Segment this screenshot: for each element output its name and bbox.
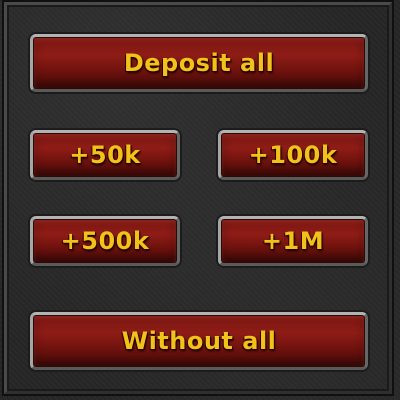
add-100k-label: +100k xyxy=(248,141,338,169)
without-all-label: Without all xyxy=(121,327,277,355)
without-all-button[interactable]: Without all xyxy=(30,312,368,370)
deposit-all-button[interactable]: Deposit all xyxy=(30,34,368,92)
add-100k-button[interactable]: +100k xyxy=(218,130,368,180)
add-50k-label: +50k xyxy=(69,141,141,169)
deposit-all-label: Deposit all xyxy=(123,49,275,77)
add-500k-label: +500k xyxy=(60,227,150,255)
bank-panel: Deposit all +50k +100k +500k +1M Without… xyxy=(0,0,400,400)
add-50k-button[interactable]: +50k xyxy=(30,130,180,180)
add-1m-button[interactable]: +1M xyxy=(218,216,368,266)
add-1m-label: +1M xyxy=(261,227,325,255)
add-500k-button[interactable]: +500k xyxy=(30,216,180,266)
